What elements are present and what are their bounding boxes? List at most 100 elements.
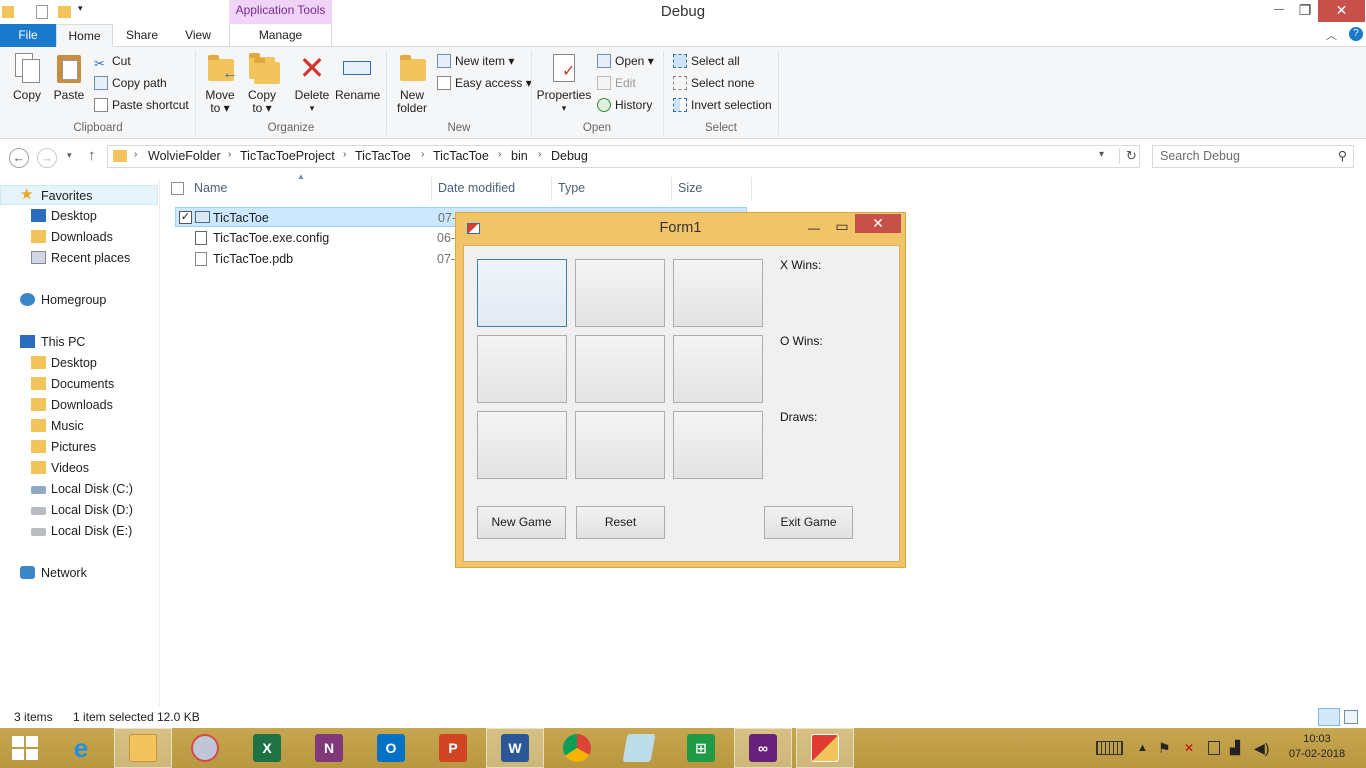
nav-downloads[interactable]: Downloads [0, 227, 158, 247]
taskbar-word[interactable]: W [486, 728, 544, 768]
board-cell-0[interactable] [477, 259, 567, 327]
nav-network[interactable]: Network [0, 563, 158, 583]
board-cell-1[interactable] [575, 259, 665, 327]
nav-this-pc[interactable]: This PC [0, 332, 158, 352]
form1-maximize-button[interactable]: ▭ [832, 215, 852, 237]
column-separator[interactable] [671, 177, 672, 201]
forward-button[interactable]: → [37, 148, 57, 168]
paste-button[interactable]: Paste [50, 51, 88, 102]
close-button[interactable]: ✕ [1318, 0, 1365, 22]
column-separator[interactable] [751, 177, 752, 201]
taskbar-powerpoint[interactable]: P [424, 728, 482, 768]
copy-button[interactable]: Copy [8, 51, 46, 102]
battery-icon[interactable] [1208, 741, 1220, 755]
nav-homegroup[interactable]: Homegroup [0, 290, 158, 310]
column-size[interactable]: Size [678, 181, 702, 197]
select-all-button[interactable]: Select all [673, 51, 740, 71]
cut-button[interactable]: ✂ Cut [94, 51, 131, 71]
rename-button[interactable]: Rename [335, 51, 380, 102]
nav-local-disk-c[interactable]: Local Disk (C:) [0, 479, 158, 499]
move-to-button[interactable]: ← Move to ▾ [201, 51, 239, 115]
paste-shortcut-button[interactable]: Paste shortcut [94, 95, 189, 115]
tab-home[interactable]: Home [56, 24, 113, 47]
exit-game-button[interactable]: Exit Game [764, 506, 853, 539]
board-cell-8[interactable] [673, 411, 763, 479]
touch-keyboard-icon[interactable] [1096, 741, 1123, 755]
column-name[interactable]: Name [194, 181, 227, 197]
nav-favorites[interactable]: ★ Favorites [0, 185, 158, 205]
history-button[interactable]: History [597, 95, 652, 115]
tab-view[interactable]: View [174, 24, 222, 47]
maximize-button[interactable]: ❐ [1292, 0, 1318, 22]
board-cell-3[interactable] [477, 335, 567, 403]
details-view-icon[interactable] [1318, 708, 1340, 726]
taskbar-onenote[interactable]: N [300, 728, 358, 768]
board-cell-5[interactable] [673, 335, 763, 403]
minimize-button[interactable]: — [1266, 0, 1292, 22]
breadcrumb-tictactoeproject[interactable]: TicTacToeProject [240, 149, 335, 163]
properties-dropdown-icon[interactable]: ▾ [536, 102, 592, 115]
taskbar-form1[interactable] [796, 728, 854, 768]
edit-button[interactable]: Edit [597, 73, 636, 93]
action-center-icon[interactable]: ⚑ [1158, 728, 1171, 768]
recent-locations-icon[interactable]: ▾ [67, 150, 72, 161]
start-button[interactable] [0, 728, 50, 768]
form1-minimize-button[interactable]: — [804, 217, 824, 239]
delete-dropdown-icon[interactable]: ▾ [292, 102, 332, 115]
form1-close-button[interactable]: ✕ [855, 214, 901, 233]
nav-local-disk-d[interactable]: Local Disk (D:) [0, 500, 158, 520]
search-icon[interactable]: ⚲ [1338, 146, 1347, 167]
search-input[interactable]: Search Debug ⚲ [1152, 145, 1354, 168]
nav-pc-music[interactable]: Music [0, 416, 158, 436]
select-all-checkbox[interactable] [171, 182, 184, 195]
column-separator[interactable] [431, 177, 432, 201]
properties-button[interactable]: ✓ Properties ▾ [536, 51, 592, 115]
show-hidden-icons-icon[interactable]: ▲ [1137, 728, 1148, 768]
breadcrumb-debug[interactable]: Debug [551, 149, 588, 163]
nav-pc-videos[interactable]: Videos [0, 458, 158, 478]
column-separator[interactable] [551, 177, 552, 201]
address-dropdown-icon[interactable]: ▾ [1099, 149, 1104, 160]
delete-button[interactable]: ✕ Delete ▾ [292, 51, 332, 115]
up-button[interactable]: ↑ [88, 147, 96, 164]
nav-recent-places[interactable]: Recent places [0, 248, 158, 268]
breadcrumb-wolviefolder[interactable]: WolvieFolder [148, 149, 221, 163]
board-cell-2[interactable] [673, 259, 763, 327]
taskbar-skype[interactable] [176, 728, 234, 768]
taskbar-excel-online[interactable]: ⊞ [672, 728, 730, 768]
help-icon[interactable]: ? [1349, 27, 1363, 41]
tab-file[interactable]: File [0, 24, 56, 47]
taskbar-internet-explorer[interactable]: e [52, 728, 110, 768]
network-status-icon[interactable]: ✕ [1184, 728, 1194, 768]
volume-icon[interactable]: ◀) [1254, 728, 1269, 768]
nav-pc-downloads[interactable]: Downloads [0, 395, 158, 415]
taskbar-visual-studio[interactable]: ∞ [734, 728, 792, 768]
taskbar-chrome[interactable] [548, 728, 606, 768]
breadcrumb-tictactoe-2[interactable]: TicTacToe [433, 149, 489, 163]
tab-share[interactable]: Share [118, 24, 166, 47]
new-game-button[interactable]: New Game [477, 506, 566, 539]
select-none-button[interactable]: Select none [673, 73, 754, 93]
back-button[interactable]: ← [9, 148, 29, 168]
reset-button[interactable]: Reset [576, 506, 665, 539]
board-cell-4[interactable] [575, 335, 665, 403]
breadcrumb-bin[interactable]: bin [511, 149, 528, 163]
nav-local-disk-e[interactable]: Local Disk (E:) [0, 521, 158, 541]
new-folder-button[interactable]: New folder [392, 51, 432, 115]
refresh-icon[interactable]: ↻ [1119, 148, 1137, 164]
taskbar-file-explorer[interactable] [114, 728, 172, 768]
nav-pc-documents[interactable]: Documents [0, 374, 158, 394]
nav-desktop[interactable]: Desktop [0, 206, 158, 226]
board-cell-7[interactable] [575, 411, 665, 479]
breadcrumb-tictactoe[interactable]: TicTacToe [355, 149, 411, 163]
address-bar[interactable]: › WolvieFolder › TicTacToeProject › TicT… [107, 145, 1140, 168]
nav-pc-desktop[interactable]: Desktop [0, 353, 158, 373]
tab-manage[interactable]: Manage [229, 24, 332, 47]
easy-access-button[interactable]: Easy access ▾ [437, 73, 532, 93]
taskbar-notepad[interactable] [610, 728, 668, 768]
copy-path-button[interactable]: Copy path [94, 73, 167, 93]
column-date-modified[interactable]: Date modified [438, 181, 515, 197]
invert-selection-button[interactable]: Invert selection [673, 95, 772, 115]
wifi-icon[interactable]: ▟ [1230, 728, 1240, 768]
board-cell-6[interactable] [477, 411, 567, 479]
